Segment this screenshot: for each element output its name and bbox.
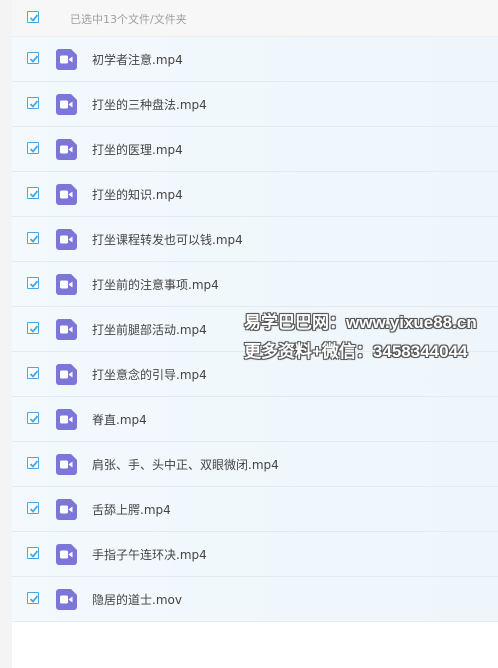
- file-row[interactable]: 手指子午连环决.mp4: [12, 532, 498, 577]
- camera-icon: [60, 415, 73, 424]
- file-name[interactable]: 脊直.mp4: [92, 411, 147, 428]
- file-name[interactable]: 肩张、手、头中正、双眼微闭.mp4: [92, 456, 279, 473]
- file-row[interactable]: 肩张、手、头中正、双眼微闭.mp4: [12, 442, 498, 487]
- file-row[interactable]: 打坐前的注意事项.mp4: [12, 262, 498, 307]
- watermark-line-2: 更多资料+微信：3458344044: [244, 342, 468, 361]
- file-checkbox[interactable]: [27, 457, 39, 469]
- file-checkbox[interactable]: [27, 97, 39, 109]
- file-checkbox[interactable]: [27, 52, 39, 64]
- file-checkbox[interactable]: [27, 232, 39, 244]
- checkmark-icon: [29, 370, 39, 378]
- file-row[interactable]: 打坐课程转发也可以钱.mp4: [12, 217, 498, 262]
- camera-icon: [60, 370, 73, 379]
- file-name[interactable]: 打坐前腿部活动.mp4: [92, 321, 207, 338]
- checkmark-icon: [29, 415, 39, 423]
- checkmark-icon: [29, 280, 39, 288]
- camera-icon: [60, 280, 73, 289]
- list-empty-area: [12, 622, 498, 668]
- file-row[interactable]: 脊直.mp4: [12, 397, 498, 442]
- video-file-icon: [56, 274, 77, 295]
- video-file-icon: [56, 229, 77, 250]
- checkmark-icon: [29, 505, 39, 513]
- video-file-icon: [56, 499, 77, 520]
- file-row[interactable]: 打坐的三种盘法.mp4: [12, 82, 498, 127]
- checkmark-icon: [29, 145, 39, 153]
- camera-icon: [60, 235, 73, 244]
- camera-icon: [60, 595, 73, 604]
- file-name[interactable]: 打坐课程转发也可以钱.mp4: [92, 231, 243, 248]
- file-checkbox[interactable]: [27, 367, 39, 379]
- select-all-checkbox[interactable]: [27, 11, 39, 23]
- checkmark-icon: [29, 460, 39, 468]
- file-checkbox[interactable]: [27, 322, 39, 334]
- camera-icon: [60, 145, 73, 154]
- file-name[interactable]: 打坐的知识.mp4: [92, 186, 183, 203]
- video-file-icon: [56, 49, 77, 70]
- file-checkbox[interactable]: [27, 547, 39, 559]
- video-file-icon: [56, 544, 77, 565]
- file-name[interactable]: 初学者注意.mp4: [92, 51, 183, 68]
- checkmark-icon: [29, 595, 39, 603]
- selection-header: 已选中13个文件/文件夹: [12, 0, 498, 37]
- video-file-icon: [56, 94, 77, 115]
- checkmark-icon: [29, 14, 39, 22]
- left-gutter: [0, 0, 12, 668]
- file-checkbox[interactable]: [27, 502, 39, 514]
- file-row[interactable]: 打坐的知识.mp4: [12, 172, 498, 217]
- camera-icon: [60, 325, 73, 334]
- file-name[interactable]: 隐居的道士.mov: [92, 591, 182, 608]
- file-name[interactable]: 打坐的三种盘法.mp4: [92, 96, 207, 113]
- video-file-icon: [56, 139, 77, 160]
- watermark-line-1: 易学巴巴网：www.yixue88.cn: [244, 313, 477, 332]
- file-checkbox[interactable]: [27, 142, 39, 154]
- file-checkbox[interactable]: [27, 412, 39, 424]
- video-file-icon: [56, 409, 77, 430]
- file-name[interactable]: 打坐前的注意事项.mp4: [92, 276, 219, 293]
- file-name[interactable]: 打坐意念的引导.mp4: [92, 366, 207, 383]
- camera-icon: [60, 100, 73, 109]
- checkmark-icon: [29, 235, 39, 243]
- video-file-icon: [56, 589, 77, 610]
- checkmark-icon: [29, 325, 39, 333]
- camera-icon: [60, 460, 73, 469]
- video-file-icon: [56, 454, 77, 475]
- file-checkbox[interactable]: [27, 277, 39, 289]
- file-name[interactable]: 打坐的医理.mp4: [92, 141, 183, 158]
- checkmark-icon: [29, 100, 39, 108]
- camera-icon: [60, 55, 73, 64]
- file-checkbox[interactable]: [27, 592, 39, 604]
- video-file-icon: [56, 319, 77, 340]
- file-row[interactable]: 打坐的医理.mp4: [12, 127, 498, 172]
- file-row[interactable]: 隐居的道士.mov: [12, 577, 498, 622]
- checkmark-icon: [29, 190, 39, 198]
- file-row[interactable]: 初学者注意.mp4: [12, 37, 498, 82]
- file-row[interactable]: 舌舔上腭.mp4: [12, 487, 498, 532]
- camera-icon: [60, 550, 73, 559]
- camera-icon: [60, 505, 73, 514]
- camera-icon: [60, 190, 73, 199]
- file-name[interactable]: 舌舔上腭.mp4: [92, 501, 171, 518]
- video-file-icon: [56, 184, 77, 205]
- selection-summary: 已选中13个文件/文件夹: [70, 13, 187, 26]
- checkmark-icon: [29, 55, 39, 63]
- video-file-icon: [56, 364, 77, 385]
- file-checkbox[interactable]: [27, 187, 39, 199]
- file-name[interactable]: 手指子午连环决.mp4: [92, 546, 207, 563]
- watermark: 易学巴巴网：www.yixue88.cn 更多资料+微信：3458344044: [244, 308, 494, 366]
- checkmark-icon: [29, 550, 39, 558]
